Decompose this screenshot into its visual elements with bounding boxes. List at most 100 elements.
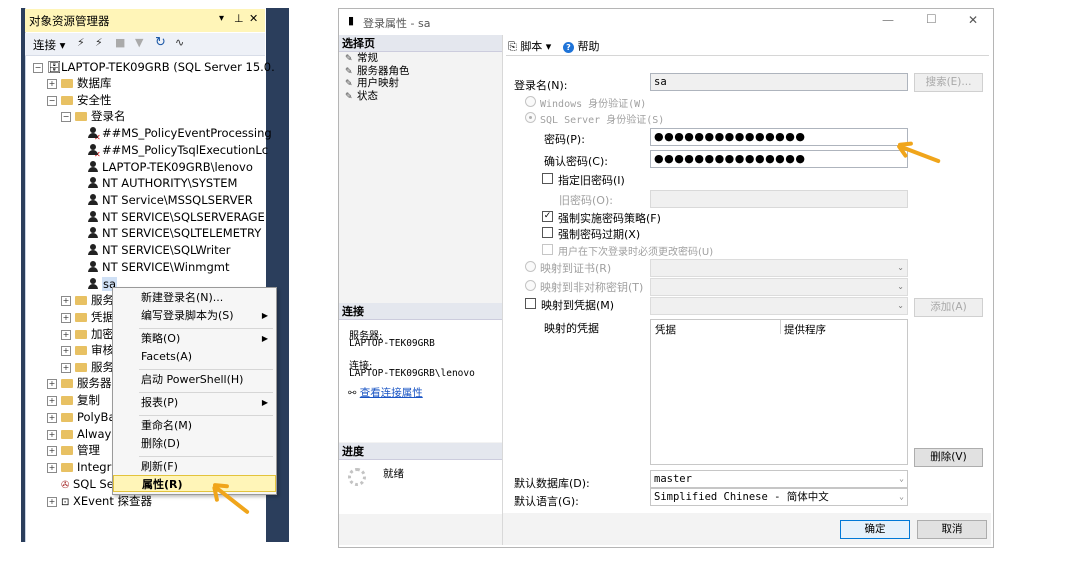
cancel-button[interactable]: 取消 [917,520,987,539]
map-cert-radio[interactable] [525,261,536,272]
page-item-general[interactable]: ✎ 常规 [345,52,378,64]
page-item-user-mapping[interactable]: ✎ 用户映射 [345,77,399,89]
menu-item-refresh[interactable]: 刷新(F) [113,458,276,476]
user-icon [88,244,98,255]
menu-item-powershell[interactable]: 启动 PowerShell(H) [113,371,276,389]
refresh-icon[interactable]: ↻ [155,35,166,50]
object-explorer-title: 对象资源管理器 [29,14,110,28]
certificate-dropdown[interactable]: ⌄ [650,259,908,277]
script-button[interactable]: ⎘ 脚本 ▾ [508,38,551,54]
close-button[interactable]: ✕ [968,13,978,27]
activity-monitor-icon[interactable]: ∿ [175,36,184,49]
page-item-status[interactable]: ✎ 状态 [345,90,378,102]
tree-login-item[interactable]: NT SERVICE\SQLSERVERAGEN [88,209,264,225]
toolbar-separator [506,55,989,56]
specify-old-password-checkbox[interactable] [542,173,553,184]
dropdown-icon[interactable]: ▾ [219,13,224,24]
must-change-checkbox[interactable] [542,244,553,255]
user-icon [88,161,98,172]
confirm-password-label: 确认密码(C): [544,155,608,168]
menu-item-policies[interactable]: 策略(O) ▶ [113,330,276,348]
tree-login-item[interactable]: ✕ ##MS_PolicyEventProcessing [88,125,272,142]
default-language-dropdown[interactable]: Simplified Chinese - 简体中文 ⌄ [650,488,908,506]
chevron-down-icon: ⌄ [897,263,904,272]
page-item-server-roles[interactable]: ✎ 服务器角色 [345,65,410,77]
password-input[interactable]: ●●●●●●●●●●●●●●● [650,128,908,146]
submenu-arrow-icon: ▶ [261,311,268,320]
view-connection-link[interactable]: ⚯ 查看连接属性 [348,385,423,400]
enforce-policy-checkbox[interactable]: ✓ [542,211,553,222]
tree-login-item[interactable]: NT Service\MSSQLSERVER [88,192,253,208]
old-password-input[interactable] [650,190,908,208]
menu-item-reports[interactable]: 报表(P) ▶ [113,394,276,412]
wrench-icon: ✎ [345,67,353,77]
folder-icon [61,463,73,472]
folder-icon [75,363,87,372]
chevron-down-icon: ⌄ [899,474,904,483]
mapped-credentials-grid[interactable]: 凭据 提供程序 [650,319,908,465]
password-label: 密码(P): [544,133,585,146]
credential-dropdown[interactable]: ⌄ [650,297,908,315]
folder-icon [61,396,73,405]
windows-auth-radio[interactable] [525,96,536,107]
folder-icon [61,379,73,388]
xevent-profiler-icon: ⊡ [61,497,70,508]
folder-icon [61,96,73,105]
old-password-label: 旧密码(O): [559,194,613,207]
grid-header-credential: 凭据 [655,324,676,336]
default-database-label: 默认数据库(D): [514,477,590,490]
filter-icon[interactable]: ▼ [135,36,143,49]
select-page-header: 选择页 [339,35,502,52]
menu-separator [139,328,273,329]
dialog-titlebar: ▮ 登录属性 - sa — ☐ ✕ [339,9,991,35]
search-button[interactable]: 搜索(E)... [914,73,983,92]
menu-separator [139,369,273,370]
object-explorer-titlebar: 对象资源管理器 ▾ ⊥ ✕ [25,9,265,32]
ok-button[interactable]: 确定 [840,520,910,539]
server-icon: 🗄 [47,60,62,74]
pin-icon[interactable]: ⊥ [234,12,244,25]
disconnect-icon[interactable]: ⚡ [95,36,103,49]
tree-login-item[interactable]: NT SERVICE\SQLWriter [88,242,230,258]
help-icon: ? [563,42,574,53]
enforce-expiration-checkbox[interactable] [542,227,553,238]
map-asym-radio[interactable] [525,280,536,291]
menu-item-delete[interactable]: 删除(D) [113,435,276,453]
menu-item-script-login[interactable]: 编写登录脚本为(S) ▶ [113,307,276,325]
stop-icon[interactable]: ■ [115,36,125,49]
default-database-dropdown[interactable]: master ⌄ [650,470,908,488]
maximize-button[interactable]: ☐ [926,12,937,26]
menu-item-new-login[interactable]: 新建登录名(N)... [113,289,276,307]
chevron-down-icon: ⌄ [897,301,904,310]
confirm-password-input[interactable]: ●●●●●●●●●●●●●●● [650,150,908,168]
tree-login-item[interactable]: ✕ ##MS_PolicyTsqlExecutionLc [88,142,268,159]
menu-item-facets[interactable]: Facets(A) [113,348,276,366]
remove-credential-button[interactable]: 删除(V) [914,448,983,467]
tree-login-item[interactable]: NT SERVICE\SQLTELEMETRY [88,225,261,241]
minimize-button[interactable]: — [882,13,894,27]
connect-plug-icon[interactable]: ⚡ [77,36,85,49]
folder-icon [75,346,87,355]
map-credential-checkbox[interactable] [525,298,536,309]
dialog-app-icon: ▮ [348,14,355,27]
menu-item-rename[interactable]: 重命名(M) [113,417,276,435]
connect-button[interactable]: 连接 ▾ [33,37,65,53]
script-icon: ⎘ [508,40,517,53]
menu-item-properties[interactable]: 属性(R) [113,475,276,492]
wrench-icon: ✎ [345,79,353,89]
asym-key-dropdown[interactable]: ⌄ [650,278,908,296]
close-icon[interactable]: ✕ [249,12,258,25]
login-name-input[interactable]: sa [650,73,908,91]
tree-login-item[interactable]: LAPTOP-TEK09GRB\lenovo [88,159,253,175]
folder-icon [75,330,87,339]
add-credential-button[interactable]: 添加(A) [914,298,983,317]
chevron-down-icon: ⌄ [897,282,904,291]
tree-login-item[interactable]: NT AUTHORITY\SYSTEM [88,175,237,191]
tree-login-item[interactable]: NT SERVICE\Winmgmt [88,259,229,275]
sql-auth-radio[interactable] [525,112,536,123]
connection-header: 连接 [339,303,502,320]
windows-auth-label: Windows 身份验证(W) [540,99,647,110]
user-icon [88,194,98,205]
help-button[interactable]: ? 帮助 [563,38,600,54]
progress-panel [339,460,502,514]
